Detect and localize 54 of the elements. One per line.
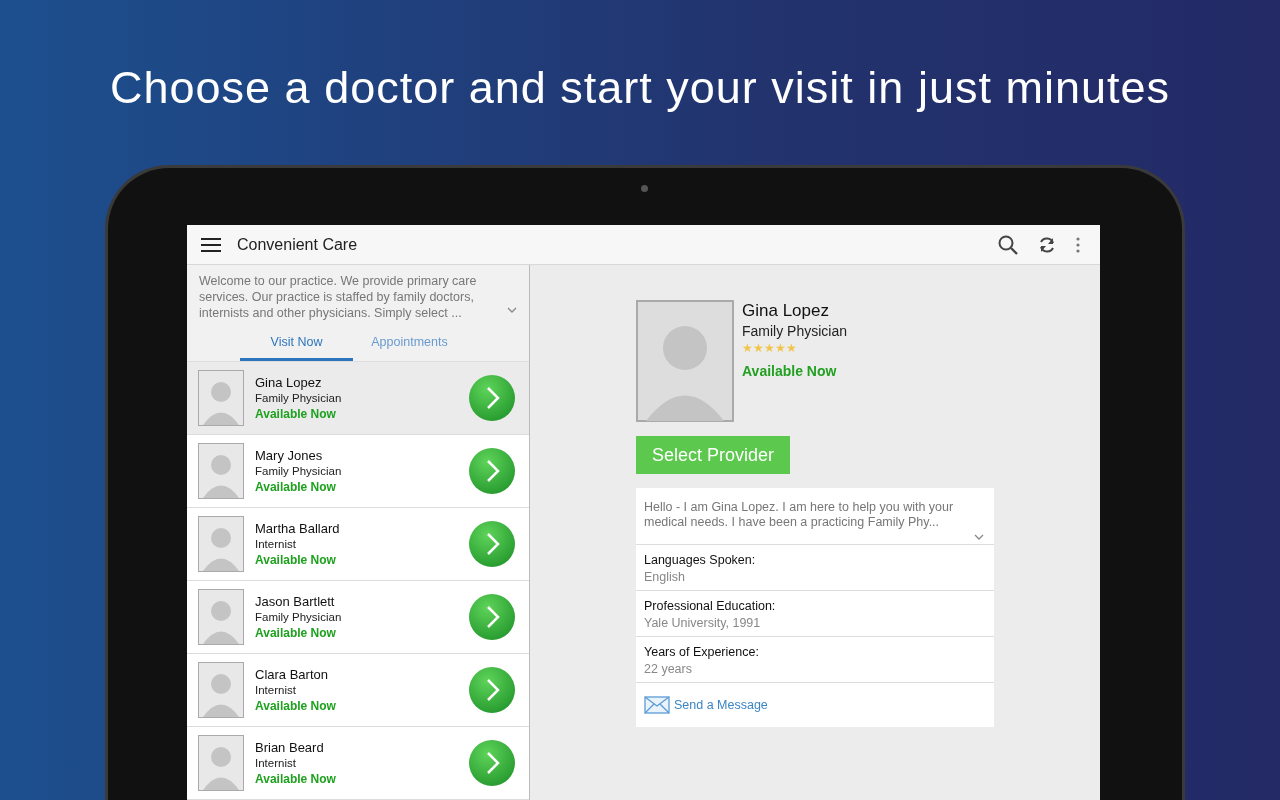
doctor-specialty: Internist <box>255 684 297 696</box>
star-rating: ★★★★★ <box>742 341 798 355</box>
doctor-name: Mary Jones <box>255 448 324 463</box>
menu-icon[interactable] <box>201 237 221 252</box>
availability-status: Available Now <box>255 553 337 567</box>
availability-status: Available Now <box>255 626 337 640</box>
detail-value: 22 years <box>644 662 693 676</box>
camera-icon <box>641 185 648 192</box>
app-title: Convenient Care <box>237 235 358 254</box>
availability-status: Available Now <box>255 480 337 494</box>
doctor-name: Clara Barton <box>255 667 329 682</box>
doctor-specialty: Family Physician <box>255 465 343 477</box>
detail-label: Professional Education: <box>644 599 777 613</box>
doctor-name: Martha Ballard <box>255 521 341 536</box>
chevron-right-icon[interactable] <box>469 667 515 713</box>
doctor-specialty: Family Physician <box>255 611 343 623</box>
headline: Choose a doctor and start your visit in just minutes <box>110 62 1170 114</box>
doctor-specialty: Family Physician <box>742 323 848 339</box>
avatar-placeholder <box>198 516 244 572</box>
intro-text: Welcome to our practice. We provide primary care services. Our practice is staffed by family doctors, internists and other physicians. Simply select ... <box>199 273 478 321</box>
doctor-name: Brian Beard <box>255 740 325 755</box>
refresh-icon[interactable] <box>1038 235 1056 254</box>
chevron-right-icon[interactable] <box>469 448 515 494</box>
doctor-name: Gina Lopez <box>742 301 830 321</box>
bio-text: Hello - I am Gina Lopez. I am here to help you with your medical needs. I have been a practicing Family Phy... <box>644 500 955 530</box>
doctor-specialty: Family Physician <box>255 392 343 404</box>
availability-status: Available Now <box>742 363 838 379</box>
doctor-name: Jason Bartlett <box>255 594 336 609</box>
doctor-specialty: Internist <box>255 538 297 550</box>
avatar-placeholder <box>198 735 244 791</box>
chevron-right-icon[interactable] <box>469 375 515 421</box>
avatar-placeholder <box>198 370 244 426</box>
availability-status: Available Now <box>255 407 337 421</box>
doctor-list-item[interactable]: Gina Lopez Family Physician Available Now <box>187 362 529 435</box>
chevron-right-icon[interactable] <box>469 740 515 786</box>
more-icon[interactable] <box>1076 236 1080 253</box>
expand-icon[interactable] <box>974 534 984 540</box>
detail-value: English <box>644 570 686 584</box>
detail-value: Yale University, 1991 <box>644 616 762 630</box>
chevron-right-icon[interactable] <box>469 521 515 567</box>
avatar-placeholder <box>198 589 244 645</box>
chevron-right-icon[interactable] <box>469 594 515 640</box>
envelope-icon <box>644 696 670 714</box>
doctor-name: Gina Lopez <box>255 375 323 390</box>
search-icon[interactable] <box>998 234 1018 255</box>
detail-label: Years of Experience: <box>644 645 760 659</box>
doctor-specialty: Internist <box>255 757 297 769</box>
expand-icon[interactable] <box>507 307 517 313</box>
avatar-placeholder <box>198 443 244 499</box>
availability-status: Available Now <box>255 772 337 786</box>
avatar-placeholder <box>198 662 244 718</box>
send-message-link[interactable]: Send a Message <box>674 698 768 712</box>
detail-label: Languages Spoken: <box>644 553 757 567</box>
availability-status: Available Now <box>255 699 337 713</box>
